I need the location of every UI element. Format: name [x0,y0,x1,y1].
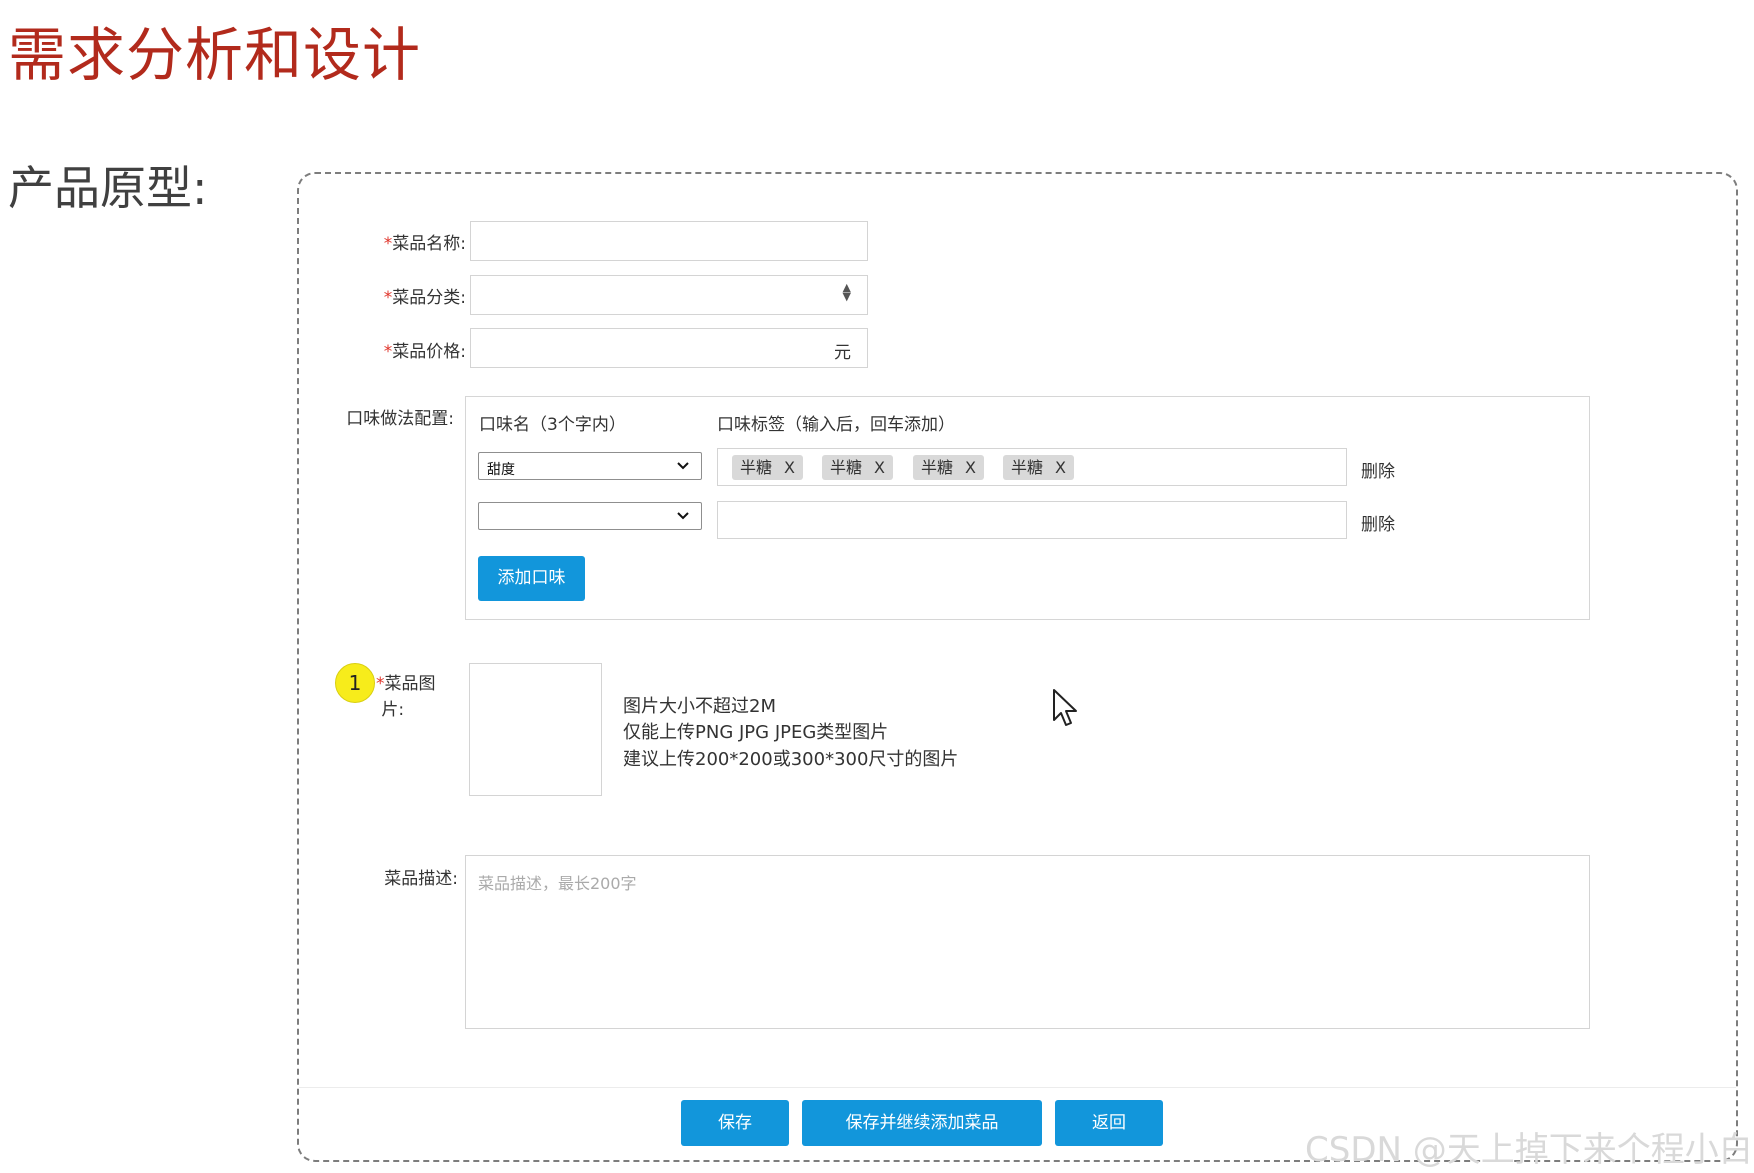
chevron-down-icon [677,512,689,520]
image-upload-box[interactable] [469,663,602,796]
watermark: CSDN @天上掉下来个程小白 [1305,1130,1753,1170]
dish-category-select[interactable]: ▲ ▼ [470,275,868,315]
flavor-name-value: 甜度 [487,462,515,478]
footer-divider [299,1087,1736,1088]
flavor-name-select-2[interactable] [478,502,702,530]
sort-arrows-icon: ▲ ▼ [842,281,851,303]
price-unit: 元 [834,343,851,363]
annotation-badge: 1 [335,663,375,703]
back-button[interactable]: 返回 [1055,1100,1163,1146]
tag-remove-icon[interactable]: X [874,458,885,477]
dish-name-label: *菜品名称: [383,234,466,254]
flavor-tag: 半糖 X [913,455,984,480]
dish-price-label: *菜品价格: [383,342,466,362]
description-textarea[interactable]: 菜品描述，最长200字 [465,855,1590,1029]
delete-flavor-button-1[interactable]: 删除 [1361,457,1395,482]
dish-name-input[interactable] [470,221,868,261]
tag-remove-icon[interactable]: X [1055,458,1066,477]
save-button[interactable]: 保存 [681,1100,789,1146]
chevron-down-icon [677,462,689,470]
image-hint: 建议上传200*200或300*300尺寸的图片 [623,749,959,770]
flavor-name-select-1[interactable]: 甜度 [478,452,702,480]
flavor-tags-input-1[interactable]: 半糖 X 半糖 X 半糖 X 半糖 X [717,448,1347,486]
image-hint: 图片大小不超过2M [623,696,776,717]
tag-remove-icon[interactable]: X [784,458,795,477]
flavor-tag: 半糖 X [822,455,893,480]
description-placeholder: 菜品描述，最长200字 [478,874,637,893]
section-label: 产品原型: [8,161,208,215]
dish-image-label: *菜品图 片: [376,674,436,720]
delete-flavor-button-2[interactable]: 删除 [1361,510,1395,535]
flavor-config-panel: 口味名（3个字内） 口味标签（输入后，回车添加） 甜度 半糖 X 半糖 X 半糖 X … [465,396,1590,620]
save-and-continue-button[interactable]: 保存并继续添加菜品 [802,1100,1042,1146]
flavor-tag: 半糖 X [1003,455,1074,480]
flavor-tag: 半糖 X [732,455,803,480]
flavor-tags-input-2[interactable] [717,501,1347,539]
dish-price-input[interactable]: 元 [470,328,868,368]
mouse-cursor-icon [1053,689,1077,726]
flavor-tags-header: 口味标签（输入后，回车添加） [717,415,955,435]
image-hint: 仅能上传PNG JPG JPEG类型图片 [623,722,889,743]
slide-title: 需求分析和设计 [8,21,422,89]
tag-remove-icon[interactable]: X [965,458,976,477]
add-flavor-button[interactable]: 添加口味 [478,556,585,601]
dish-category-label: *菜品分类: [383,288,466,308]
flavor-name-header: 口味名（3个字内） [479,415,626,435]
flavor-config-label: 口味做法配置: [346,409,454,429]
description-label: 菜品描述: [384,869,458,889]
